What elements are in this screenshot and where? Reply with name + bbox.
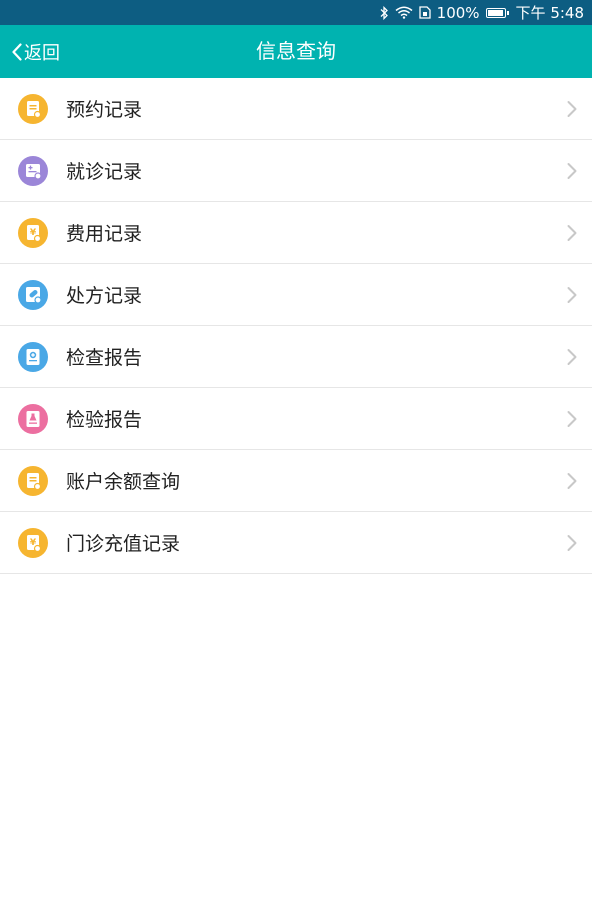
chevron-right-icon	[566, 534, 578, 552]
status-bar: 100% 下午 5:48	[0, 0, 592, 25]
menu-item[interactable]: ¥ 费用记录	[0, 202, 592, 264]
visit-record-icon	[18, 155, 48, 186]
chevron-right-icon	[566, 224, 578, 242]
sim-icon	[419, 6, 431, 19]
chevron-right-icon	[566, 472, 578, 490]
back-button-label: 返回	[24, 42, 60, 64]
menu-item[interactable]: 处方记录	[0, 264, 592, 326]
menu-item[interactable]: 预约记录	[0, 78, 592, 140]
menu-item[interactable]: 就诊记录	[0, 140, 592, 202]
back-button[interactable]: 返回	[12, 25, 60, 78]
status-time: 下午 5:48	[515, 4, 584, 22]
menu-list: 预约记录就诊记录 ¥ 费用记录处方记录检查报告检验报告账户余额查询 ¥ 门诊充值记录	[0, 78, 592, 574]
chevron-left-icon	[12, 42, 22, 61]
menu-item[interactable]: 检查报告	[0, 326, 592, 388]
fee-record-icon: ¥	[18, 217, 48, 248]
chevron-right-icon	[566, 162, 578, 180]
menu-item-label: 就诊记录	[66, 161, 143, 183]
account-balance-icon	[18, 465, 48, 496]
examination-report-icon	[18, 341, 48, 372]
menu-item-label: 检查报告	[66, 347, 143, 369]
chevron-right-icon	[566, 410, 578, 428]
page-title: 信息查询	[256, 39, 336, 63]
bluetooth-icon	[379, 5, 389, 20]
menu-item-label: 检验报告	[66, 409, 143, 431]
menu-item-label: 门诊充值记录	[66, 533, 181, 555]
nav-bar: 返回 信息查询	[0, 25, 592, 78]
menu-item[interactable]: ¥ 门诊充值记录	[0, 512, 592, 574]
appointment-record-icon	[18, 93, 48, 124]
menu-item[interactable]: 账户余额查询	[0, 450, 592, 512]
lab-test-report-icon	[18, 403, 48, 434]
menu-item-label: 处方记录	[66, 285, 143, 307]
outpatient-recharge-icon: ¥	[18, 527, 48, 558]
menu-item-label: 费用记录	[66, 223, 143, 245]
menu-item-label: 账户余额查询	[66, 471, 181, 493]
menu-item[interactable]: 检验报告	[0, 388, 592, 450]
chevron-right-icon	[566, 348, 578, 366]
chevron-right-icon	[566, 100, 578, 118]
chevron-right-icon	[566, 286, 578, 304]
menu-item-label: 预约记录	[66, 99, 143, 121]
prescription-record-icon	[18, 279, 48, 310]
wifi-icon	[395, 6, 413, 19]
battery-icon	[485, 7, 509, 18]
battery-percent: 100%	[436, 3, 480, 22]
